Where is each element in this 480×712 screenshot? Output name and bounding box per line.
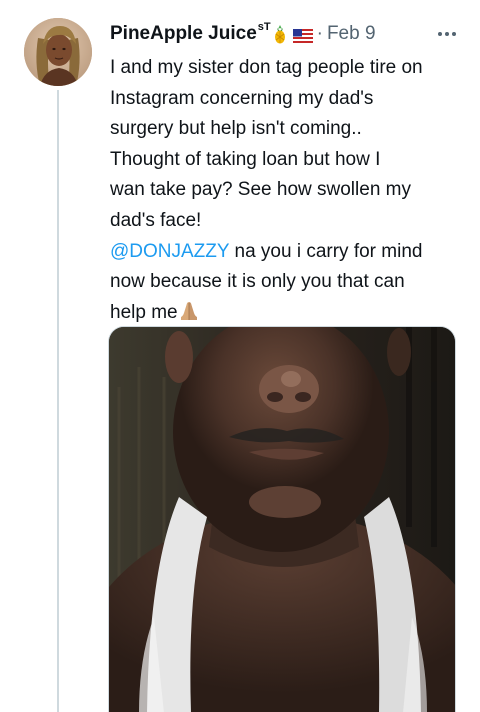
folded-hands-icon [178, 299, 200, 321]
mention-rest-text: na you i carry for mind [229, 240, 423, 262]
tweet-text-line: wan take pay? See how swollen my [110, 179, 411, 201]
thread-line [57, 90, 59, 712]
us-flag-icon [292, 27, 313, 43]
tweet-photo[interactable] [108, 326, 456, 712]
tweet-text-line: Thought of taking loan but how I [110, 148, 381, 170]
avatar[interactable] [24, 18, 92, 86]
tweet-header: PineApple Juice sT · Feb 9 [110, 20, 460, 48]
more-horizontal-icon[interactable] [434, 24, 460, 44]
author-display-name[interactable]: PineApple Juice [110, 23, 257, 45]
tweet[interactable]: PineApple Juice sT · Feb 9 I and my sist… [0, 0, 480, 712]
author-name-suffix: sT [257, 21, 271, 33]
tweet-text-line: dad's face! [110, 209, 202, 231]
tweet-text: I and my sister don tag people tire on I… [110, 53, 465, 328]
tweet-text-line: Instagram concerning my dad's [110, 87, 374, 109]
avatar-image [24, 18, 92, 86]
tweet-text-line-last: help me [110, 298, 465, 329]
tweet-text-line: surgery but help isn't coming.. [110, 118, 362, 140]
closing-text: help me [110, 301, 178, 323]
mention-link[interactable]: @DONJAZZY [110, 241, 229, 262]
separator-dot: · [316, 23, 323, 44]
photo-image [109, 327, 455, 712]
pineapple-icon [273, 24, 287, 44]
tweet-text-line: I and my sister don tag people tire on [110, 57, 423, 78]
tweet-timestamp[interactable]: Feb 9 [327, 23, 376, 45]
tweet-text-line: now because it is only you that can [110, 271, 405, 293]
tweet-text-line-mention: @DONJAZZY na you i carry for mind [110, 237, 465, 268]
